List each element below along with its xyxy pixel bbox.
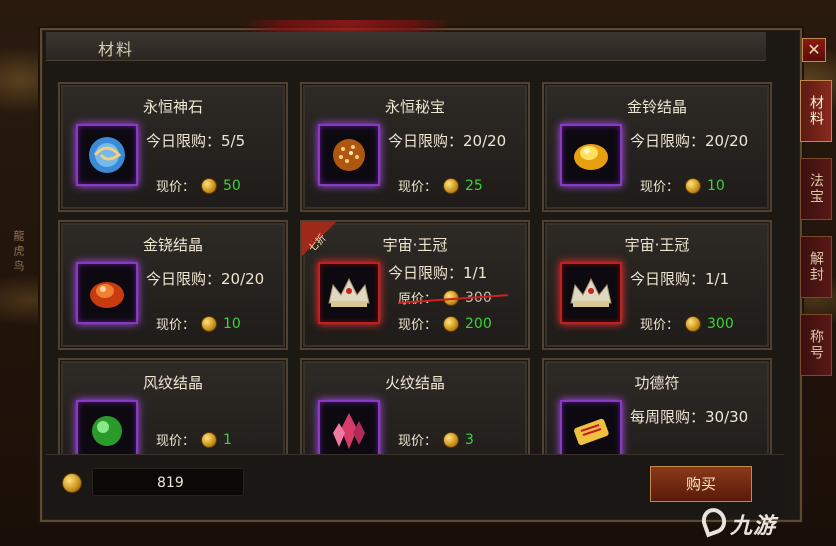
gold-coin-icon — [443, 315, 460, 332]
current-price-value: 10 — [707, 177, 725, 194]
current-price-label: 现价： — [156, 318, 196, 333]
item-card[interactable]: 火纹结晶 现价： 3 — [300, 358, 530, 456]
current-price-label: 现价： — [640, 180, 680, 195]
tab-unseal[interactable]: 解封 — [800, 236, 832, 298]
gold-coin-icon — [685, 315, 702, 332]
current-price-label: 现价： — [640, 318, 680, 333]
current-price-label: 现价： — [156, 434, 196, 449]
current-price-row: 现价： 10 — [640, 176, 725, 195]
crown-icon — [318, 262, 380, 324]
item-name: 功德符 — [634, 374, 680, 392]
item-card[interactable]: 功德符 每周限购：30/30 — [542, 358, 772, 456]
gold-coin-icon — [201, 315, 218, 332]
orange-crystal-icon — [76, 262, 138, 324]
current-price-value: 10 — [223, 315, 241, 332]
watermark: 九游 — [730, 514, 777, 539]
item-name: 火纹结晶 — [384, 374, 445, 392]
current-price-row: 现价： 10 — [156, 314, 241, 333]
current-price-value: 25 — [465, 177, 483, 194]
purchase-limit: 今日限购：20/20 — [630, 132, 749, 150]
item-card[interactable]: 永恒神石 今日限购：5/5 现价： 50 — [58, 82, 288, 212]
current-price-label: 现价： — [398, 318, 438, 333]
item-card[interactable]: 风纹结晶 现价： 1 — [58, 358, 288, 456]
green-gem-icon — [76, 400, 138, 456]
close-button[interactable]: ✕ — [802, 38, 826, 62]
item-card[interactable]: 七折 宇宙·王冠 今日限购：1/1 原价： 300 现价： 200 — [300, 220, 530, 350]
current-price-row: 现价： 50 — [156, 176, 241, 195]
item-grid: 永恒神石 今日限购：5/5 现价： 50 永恒秘宝 今日限购：20/20 现价：… — [52, 76, 774, 456]
item-name: 金铃结晶 — [626, 98, 687, 116]
tab-treasures[interactable]: 法宝 — [800, 158, 832, 220]
item-name: 宇宙·王冠 — [382, 236, 448, 254]
current-price-value: 3 — [465, 431, 474, 448]
current-price-row: 现价： 300 — [640, 314, 734, 333]
current-price-row: 现价： 3 — [398, 430, 474, 449]
purchase-limit: 每周限购：30/30 — [630, 408, 749, 426]
gold-coin-icon — [201, 431, 218, 448]
current-price-label: 现价： — [398, 434, 438, 449]
tab-titles[interactable]: 称号 — [800, 314, 832, 376]
purchase-limit: 今日限购：1/1 — [630, 270, 730, 288]
item-name: 永恒神石 — [142, 98, 203, 116]
current-price-row: 现价： 1 — [156, 430, 232, 449]
current-price-value: 200 — [465, 315, 492, 332]
item-name: 金铙结晶 — [142, 236, 203, 254]
current-price-row: 现价： 200 — [398, 314, 492, 333]
crown-icon — [560, 262, 622, 324]
window-title: 材料 — [98, 40, 135, 59]
swirl-orb-icon — [76, 124, 138, 186]
gold-coin-icon — [443, 177, 460, 194]
current-price-value: 50 — [223, 177, 241, 194]
purchase-limit: 今日限购：20/20 — [146, 270, 265, 288]
original-price-label: 原价： — [398, 288, 437, 307]
current-price-row: 现价： 25 — [398, 176, 483, 195]
buy-button[interactable]: 购买 — [650, 466, 752, 502]
gold-coin-icon — [201, 177, 218, 194]
gold-coin-icon — [443, 431, 460, 448]
left-rune-column: 龍虎鸟 — [12, 230, 25, 275]
gold-crystal-icon — [560, 124, 622, 186]
purchase-limit: 今日限购：5/5 — [146, 132, 246, 150]
gold-coin-icon — [685, 177, 702, 194]
item-name: 宇宙·王冠 — [624, 236, 690, 254]
sparkle-burst-icon — [318, 124, 380, 186]
current-price-value: 1 — [223, 431, 232, 448]
item-name: 风纹结晶 — [142, 374, 203, 392]
scroll-icon — [560, 400, 622, 456]
item-card[interactable]: 永恒秘宝 今日限购：20/20 现价： 25 — [300, 82, 530, 212]
gold-coin-icon — [62, 473, 82, 493]
gold-balance: 819 — [92, 468, 244, 496]
item-card[interactable]: 金铃结晶 今日限购：20/20 现价： 10 — [542, 82, 772, 212]
item-card[interactable]: 宇宙·王冠 今日限购：1/1 现价： 300 — [542, 220, 772, 350]
tab-materials[interactable]: 材料 — [800, 80, 832, 142]
title-bar — [46, 32, 766, 61]
current-price-value: 300 — [707, 315, 734, 332]
pink-crystal-icon — [318, 400, 380, 456]
current-price-label: 现价： — [398, 180, 438, 195]
current-price-label: 现价： — [156, 180, 196, 195]
item-card[interactable]: 金铙结晶 今日限购：20/20 现价： 10 — [58, 220, 288, 350]
purchase-limit: 今日限购：1/1 — [388, 264, 488, 282]
purchase-limit: 今日限购：20/20 — [388, 132, 507, 150]
item-name: 永恒秘宝 — [384, 98, 445, 116]
